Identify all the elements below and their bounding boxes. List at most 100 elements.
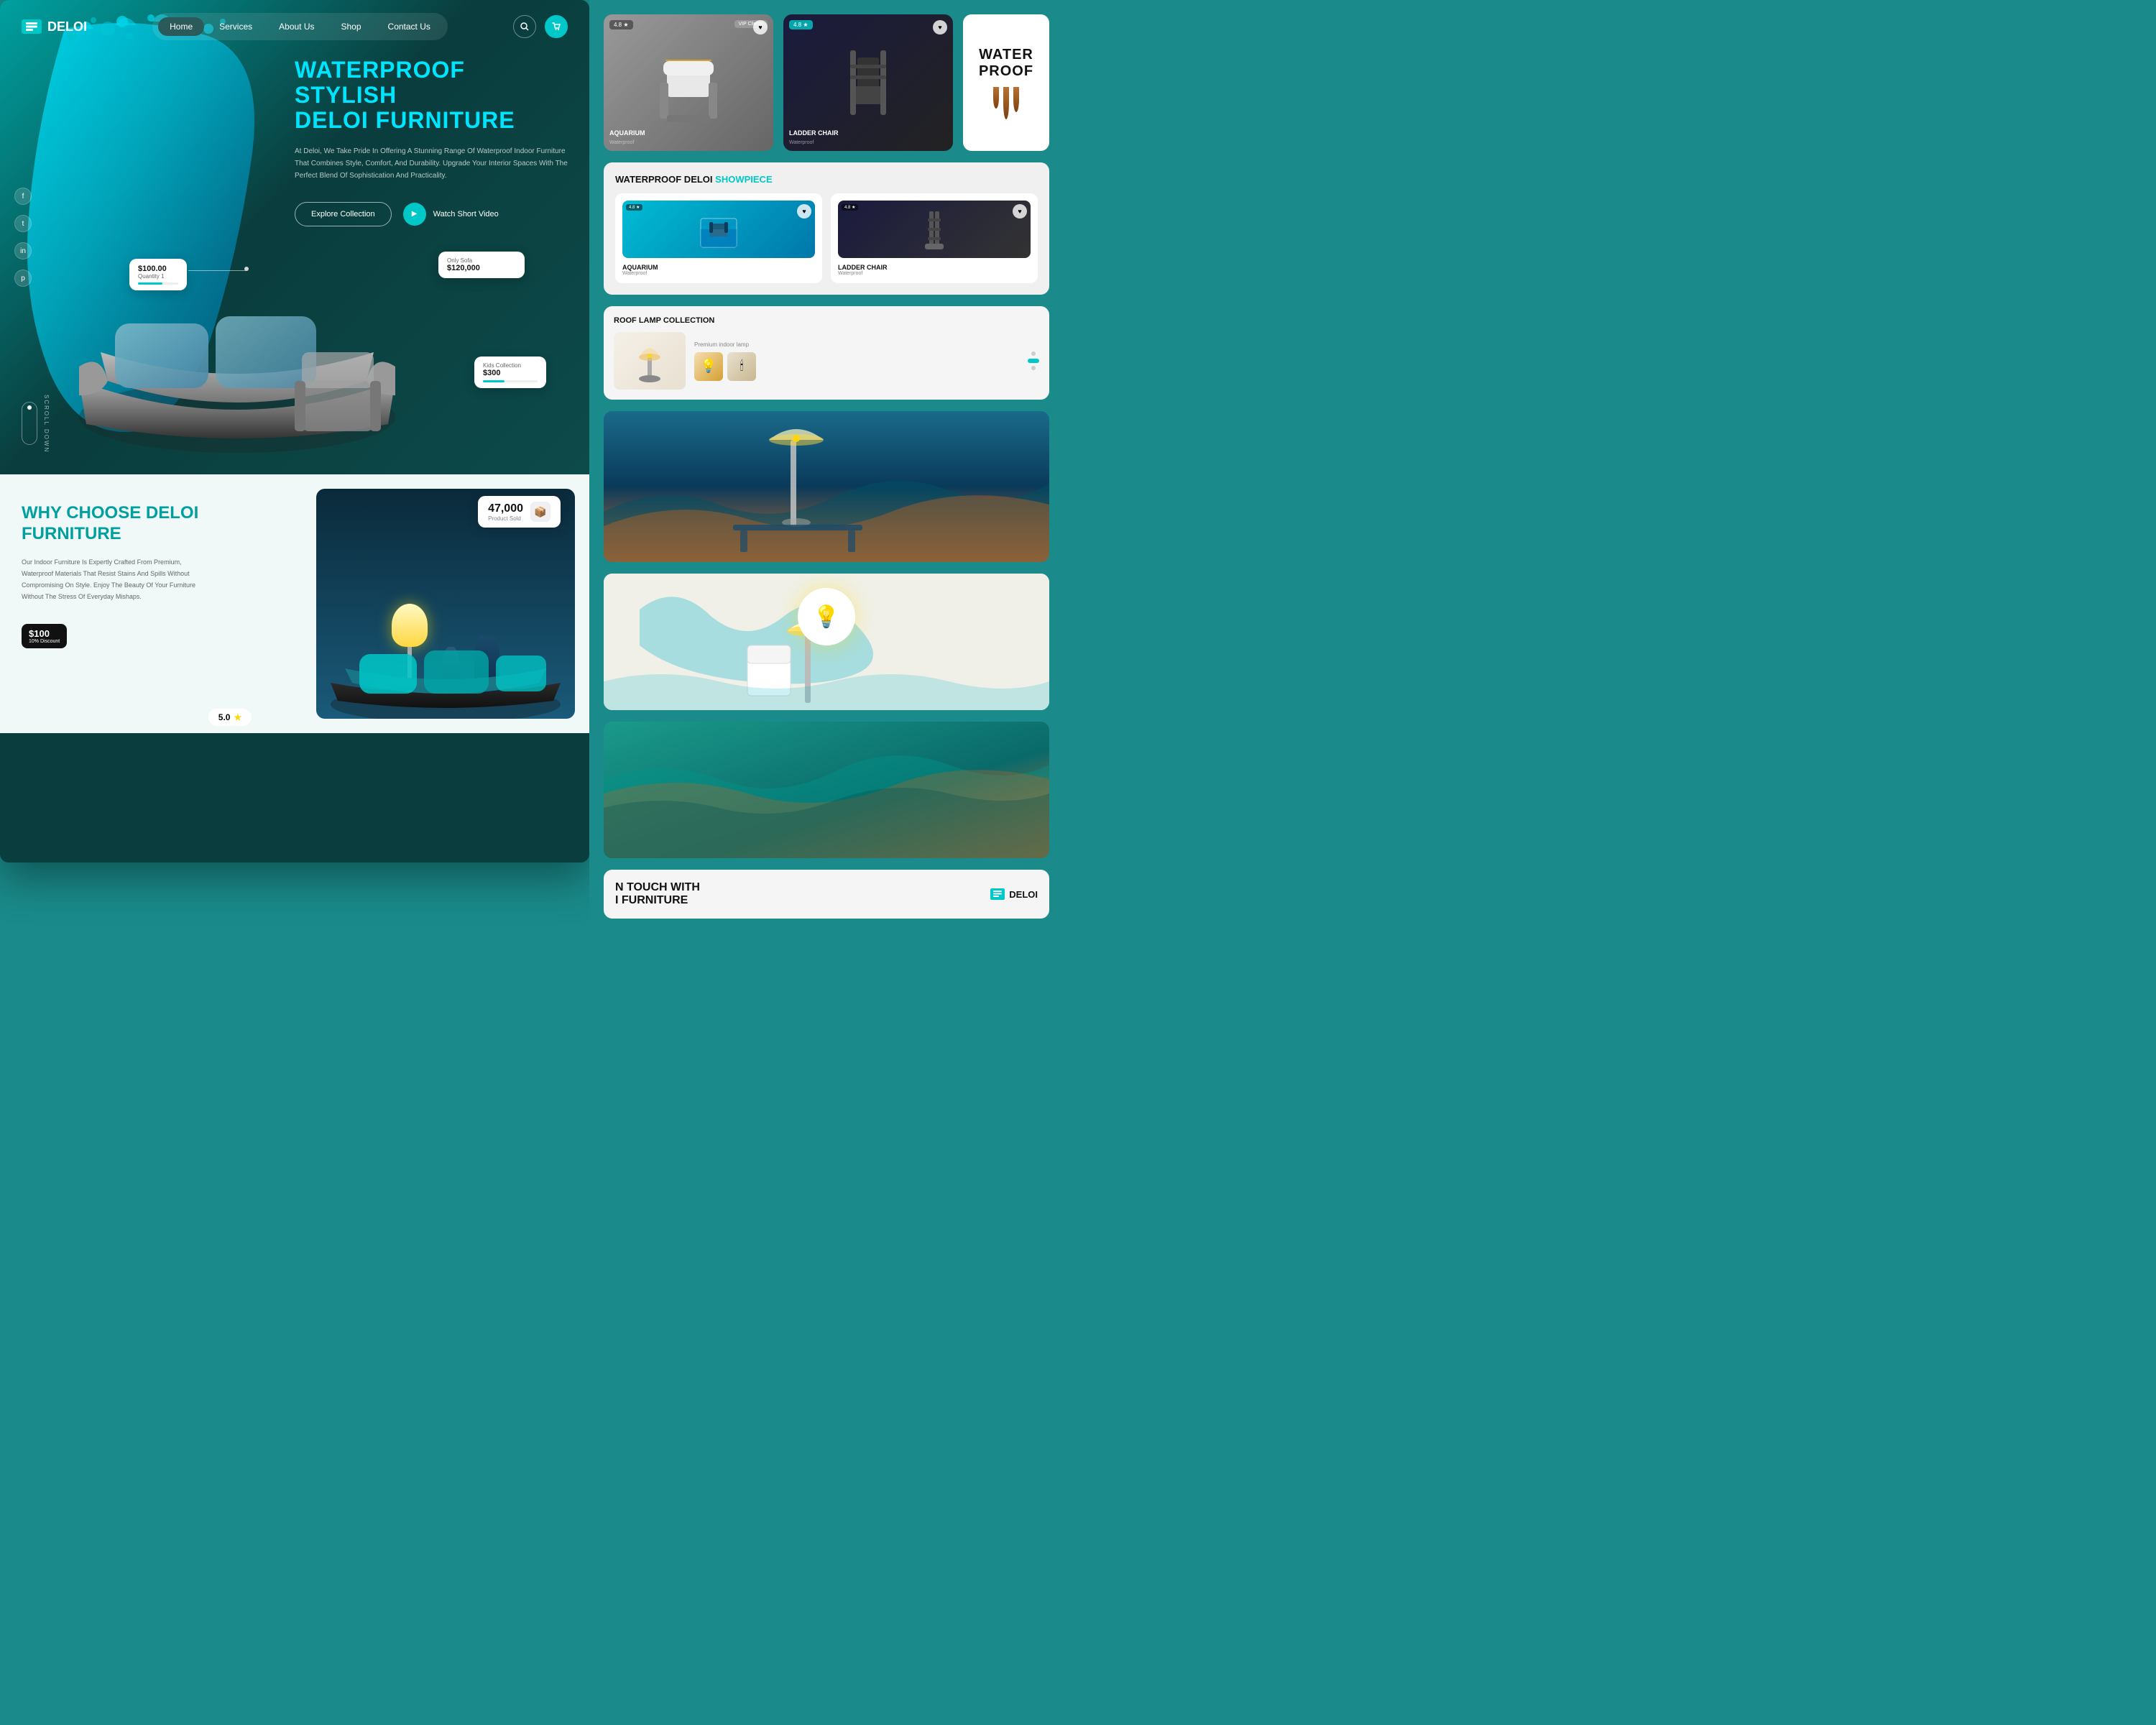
ladder-chair-svg — [916, 208, 952, 251]
facebook-icon[interactable]: f — [14, 188, 32, 205]
footer-logo: DELOI — [990, 888, 1038, 900]
nav-shop[interactable]: Shop — [330, 17, 373, 36]
logo-icon — [22, 19, 42, 34]
only-sofa-label: Only Sofa — [447, 257, 480, 264]
contact-section: N TOUCH WITH I FURNITURE — [604, 870, 1049, 919]
navbar: DELOI Home Services About Us Shop Contac… — [0, 0, 589, 53]
discount-badge: $100 10% Discount — [22, 624, 67, 648]
chair2-heart[interactable]: ♥ — [933, 20, 947, 34]
contact-text-line2: I FURNITURE — [615, 894, 688, 906]
rating-number: 5.0 — [218, 712, 231, 722]
aquarium-card: 4.8 ★ ♥ AQUARIUM Waterproof — [615, 193, 822, 283]
product-sold-info: 47,000 Product Sold — [488, 502, 523, 522]
showpiece-title: WATERPROOF DELOI SHOWPIECE — [615, 174, 1038, 185]
contact-text-line1: N TOUCH WITH — [615, 881, 700, 893]
kids-progress — [483, 380, 538, 382]
chair1-label: AQUARIUM — [609, 129, 645, 137]
hero-description: At Deloi, We Take Pride In Offering A St… — [295, 145, 568, 182]
chair-card-1: 4.8 ★ VIP Clients AQUARIUM Waterpro — [604, 14, 773, 151]
lamp-info: Premium indoor lamp 💡 🕯 — [694, 341, 1019, 381]
vase-svg — [604, 411, 1049, 562]
why-sofa — [316, 632, 575, 719]
wave-svg — [604, 722, 1049, 858]
social-icons: f t in p — [14, 188, 32, 287]
lamp-card: 4.8 ★ ♥ LADDER CHAIR Waterproof — [831, 193, 1038, 283]
why-text-content: WHY CHOOSE DELOI FURNITURE Our Indoor Fu… — [22, 503, 223, 602]
aquarium-img: 4.8 ★ ♥ — [622, 201, 815, 258]
nav-home[interactable]: Home — [158, 17, 204, 36]
watch-label: Watch Short Video — [433, 210, 499, 218]
twitter-icon[interactable]: t — [14, 215, 32, 232]
footer-rating: 5.0 ★ — [208, 709, 252, 726]
price-label-1: Quantity 1 — [138, 273, 178, 280]
logo-text: DELOI — [47, 19, 87, 34]
cart-button[interactable] — [545, 15, 568, 38]
product-sold-icon: 📦 — [530, 502, 550, 522]
product-sold-label: Product Sold — [488, 515, 523, 522]
progress-fill-1 — [138, 282, 162, 285]
nav-icons — [513, 15, 568, 38]
showpiece-title-highlight: SHOWPIECE — [715, 174, 772, 185]
dot-indicators — [1028, 351, 1039, 370]
hero-title-furniture: FURNITURE — [376, 107, 515, 133]
chair1-heart[interactable]: ♥ — [753, 20, 768, 34]
nav-services[interactable]: Services — [208, 17, 264, 36]
chair-card-2: 4.8 ★ LADDER CHAIR Waterproof ♥ — [783, 14, 953, 151]
explore-collection-button[interactable]: Explore Collection — [295, 202, 392, 226]
lamp-collection-section: ROOF LAMP COLLECTION Premium indoor lamp — [604, 306, 1049, 400]
lamp-thumb-1[interactable]: 💡 — [694, 352, 723, 381]
search-button[interactable] — [513, 15, 536, 38]
dot-3 — [1031, 366, 1036, 370]
wave-section — [604, 722, 1049, 858]
why-description: Our Indoor Furniture Is Expertly Crafted… — [22, 556, 208, 603]
nav-contact[interactable]: Contact Us — [377, 17, 442, 36]
chair2-svg — [836, 43, 900, 122]
linkedin-icon[interactable]: in — [14, 242, 32, 259]
vase-section — [604, 411, 1049, 562]
lamp-row: Premium indoor lamp 💡 🕯 — [614, 332, 1039, 390]
chair2-price-badge: 4.8 ★ — [789, 20, 813, 29]
product-sold-badge: 47,000 Product Sold 📦 — [478, 496, 561, 528]
chair1-rating: 4.8 ★ — [609, 20, 633, 29]
chair2-sublabel: Waterproof — [789, 140, 814, 145]
main-website: DELOI Home Services About Us Shop Contac… — [0, 0, 589, 862]
aquarium-type: Waterproof — [622, 271, 815, 276]
why-choose-section: 47,000 Product Sold 📦 WHY CHOOSE DELOI F… — [0, 474, 589, 733]
drip-2 — [1003, 87, 1009, 119]
waterproof-text: WATER PROOF — [975, 47, 1038, 80]
discount-label: 10% Discount — [29, 639, 60, 644]
aquarium-heart[interactable]: ♥ — [797, 204, 811, 218]
lamp-desc: Premium indoor lamp — [694, 341, 1019, 348]
progress-bar-1 — [138, 282, 178, 285]
kids-progress-fill — [483, 380, 505, 382]
scroll-dot — [27, 405, 32, 410]
lamp-heart[interactable]: ♥ — [1013, 204, 1027, 218]
hero-buttons: Explore Collection ▶ Watch Short Video — [295, 202, 568, 226]
footer-logo-icon — [990, 888, 1005, 900]
chair1-sublabel: Waterproof — [609, 140, 634, 145]
aquarium-name: AQUARIUM — [622, 264, 815, 271]
scroll-down: SCROLL DOWN — [22, 395, 50, 453]
price-card-sofa: $100.00 Quantity 1 — [129, 259, 187, 290]
only-sofa-content: Only Sofa $120,000 — [447, 257, 480, 272]
lamp-thumb-2[interactable]: 🕯 — [727, 352, 756, 381]
right-panel: 4.8 ★ VIP Clients AQUARIUM Waterpro — [589, 0, 1064, 933]
nav-about[interactable]: About Us — [267, 17, 326, 36]
lamp-product-img — [614, 332, 686, 390]
discount-amount: $100 — [29, 628, 60, 639]
lamp-svg — [632, 336, 668, 386]
lamp-img: 4.8 ★ ♥ — [838, 201, 1031, 258]
connector-dot — [244, 267, 249, 271]
dot-active — [1028, 359, 1039, 363]
logo[interactable]: DELOI — [22, 19, 87, 34]
kids-amount: $300 — [483, 369, 538, 377]
chair1-svg — [653, 40, 724, 126]
white-lamp-section: 💡 — [604, 574, 1049, 710]
why-title-highlight: FURNITURE — [22, 524, 121, 543]
contact-title-line2: I FURNITURE — [615, 894, 700, 907]
pinterest-icon[interactable]: p — [14, 270, 32, 287]
watch-video-button[interactable]: ▶ Watch Short Video — [403, 203, 499, 226]
lamp-highlight: 💡 — [798, 588, 855, 645]
showpiece-section: WATERPROOF DELOI SHOWPIECE — [604, 162, 1049, 295]
product-sold-number: 47,000 — [488, 502, 523, 515]
